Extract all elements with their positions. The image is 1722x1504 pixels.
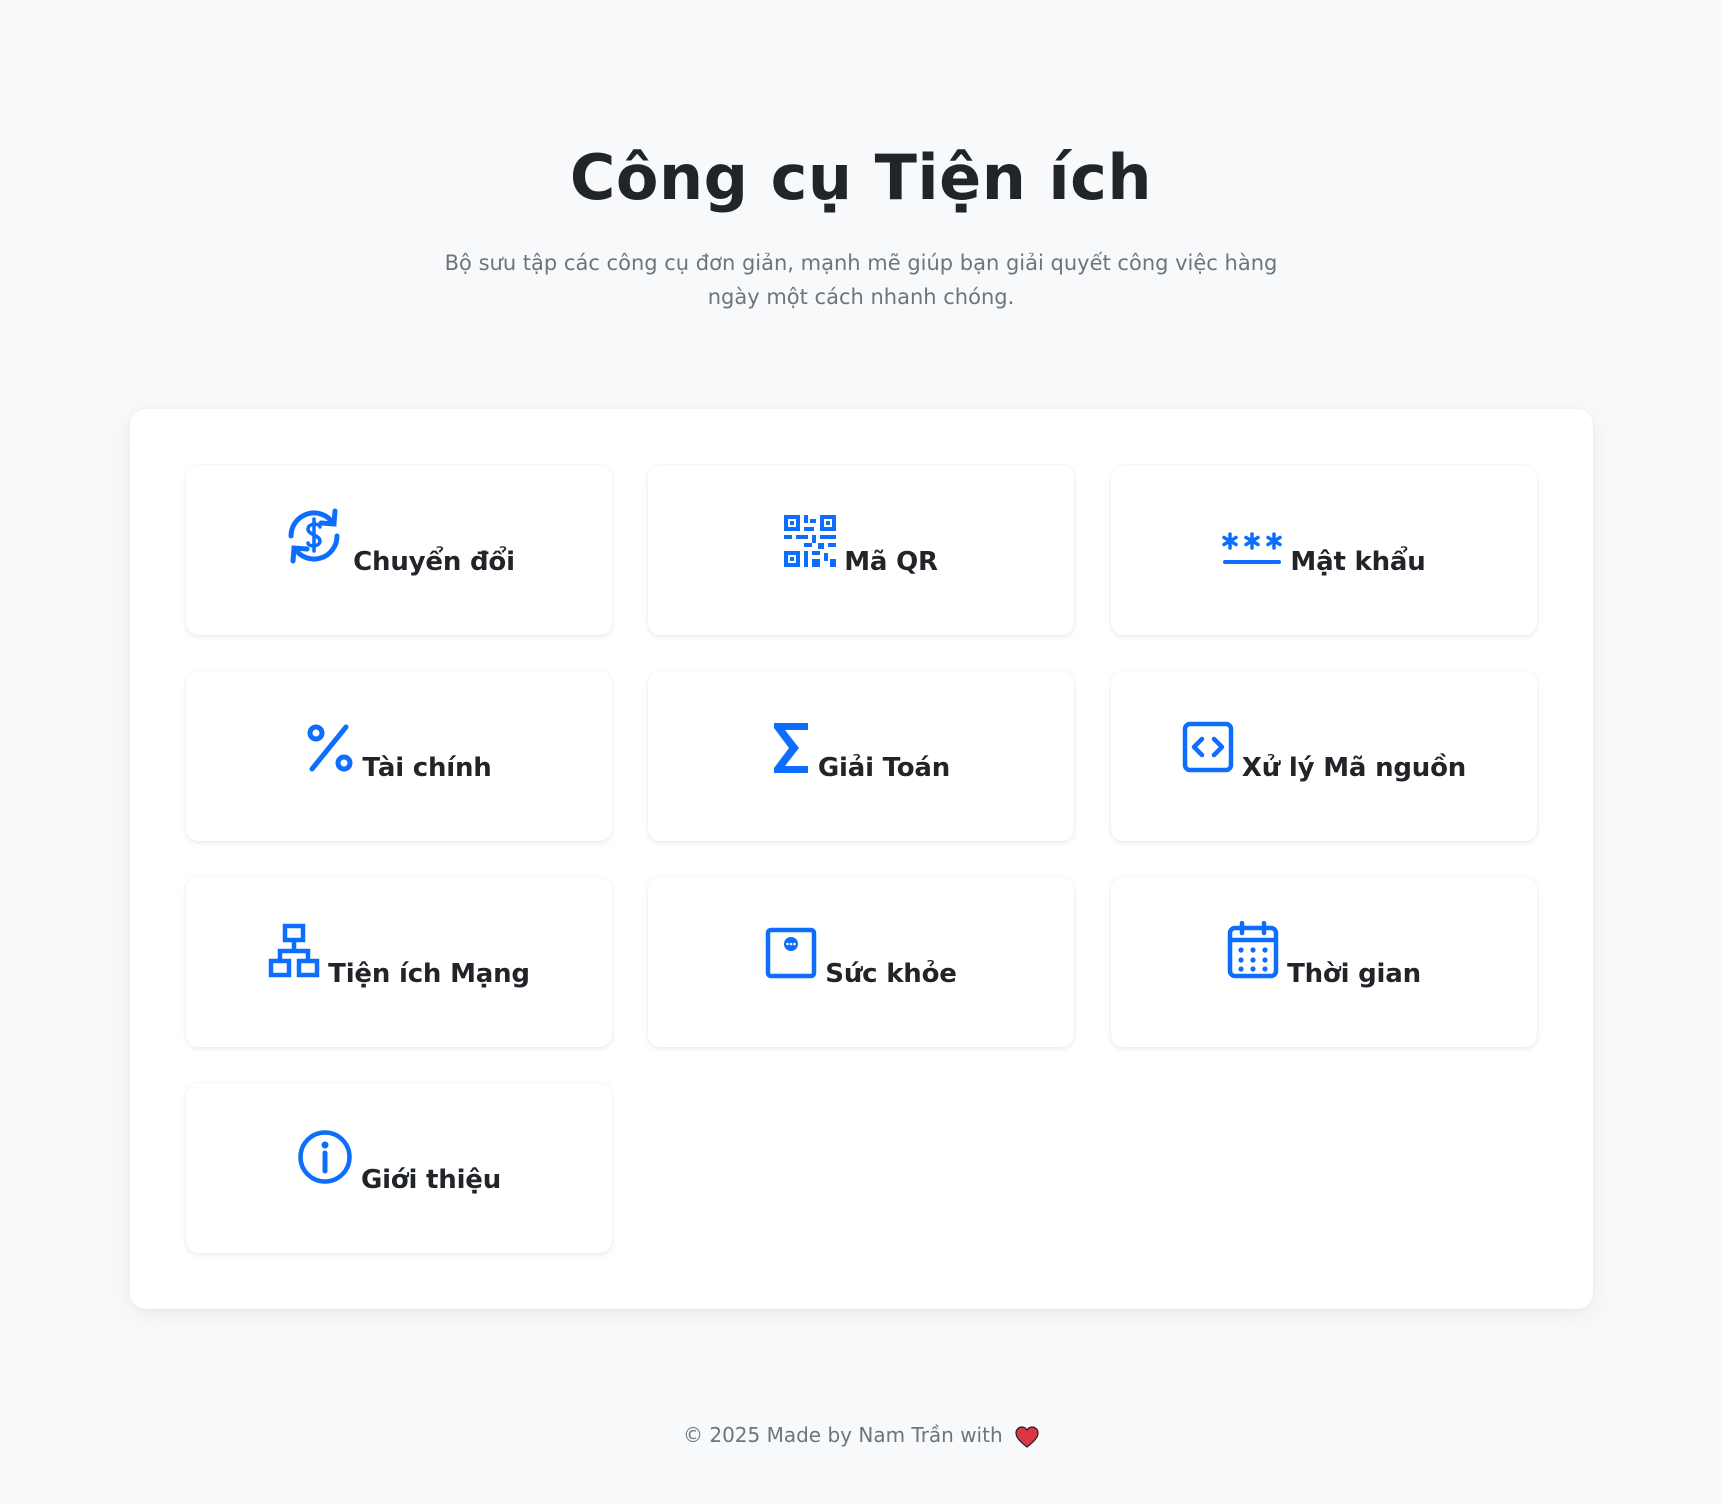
password-icon xyxy=(1222,531,1283,567)
currency-exchange-icon xyxy=(283,505,345,567)
tool-label: Sức khỏe xyxy=(825,959,957,989)
tool-card-time[interactable]: Thời gian xyxy=(1111,877,1537,1047)
code-square-icon xyxy=(1182,721,1234,773)
tool-label: Mã QR xyxy=(844,547,938,577)
tool-card-network[interactable]: Tiện ích Mạng xyxy=(186,877,612,1047)
info-circle-icon xyxy=(297,1129,353,1185)
tool-card-qr[interactable]: Mã QR xyxy=(648,465,1074,635)
tool-label: Chuyển đổi xyxy=(353,547,515,577)
tool-label: Tài chính xyxy=(362,753,492,783)
tool-label: Mật khẩu xyxy=(1290,547,1426,577)
calendar-icon xyxy=(1227,920,1279,979)
tool-card-code[interactable]: Xử lý Mã nguồn xyxy=(1111,671,1537,841)
heart-icon xyxy=(1015,1425,1039,1448)
tools-panel: Chuyển đổi Mã QR Mật khẩu Tài chính Giải… xyxy=(130,409,1593,1309)
tool-label: Xử lý Mã nguồn xyxy=(1241,753,1467,783)
tool-card-finance[interactable]: Tài chính xyxy=(186,671,612,841)
health-device-icon xyxy=(765,927,817,979)
tool-card-password[interactable]: Mật khẩu xyxy=(1111,465,1537,635)
tool-label: Thời gian xyxy=(1287,959,1421,989)
sigma-icon xyxy=(772,723,810,773)
qr-code-icon xyxy=(784,515,837,567)
tool-card-converter[interactable]: Chuyển đổi xyxy=(186,465,612,635)
tool-label: Giới thiệu xyxy=(360,1165,502,1195)
page-subtitle: Bộ sưu tập các công cụ đơn giản, mạnh mẽ… xyxy=(444,251,1278,309)
percent-icon xyxy=(306,723,354,773)
tool-card-math[interactable]: Giải Toán xyxy=(648,671,1074,841)
tool-label: Tiện ích Mạng xyxy=(328,959,530,989)
footer-text: © 2025 Made by Nam Trần with xyxy=(682,1423,1003,1447)
footer: © 2025 Made by Nam Trần with xyxy=(0,1420,1722,1450)
tool-card-health[interactable]: Sức khỏe xyxy=(648,877,1074,1047)
tool-card-about[interactable]: Giới thiệu xyxy=(186,1083,612,1253)
tool-label: Giải Toán xyxy=(817,753,951,783)
page-title: Công cụ Tiện ích xyxy=(569,141,1153,214)
diagram-network-icon xyxy=(268,923,320,979)
